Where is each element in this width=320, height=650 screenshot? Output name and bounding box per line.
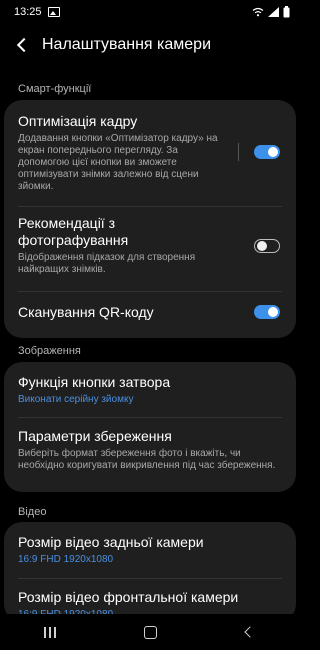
recents-button[interactable] — [30, 617, 70, 647]
section-label-video: Відео — [18, 506, 47, 518]
setting-description: Додавання кнопки «Оптимізатор кадру» на … — [18, 133, 218, 192]
shot-suggestions-toggle[interactable] — [254, 239, 280, 253]
setting-rear-video-size[interactable]: Розмір відео задньої камери 16:9 FHD 192… — [4, 534, 296, 574]
back-button[interactable] — [12, 35, 32, 55]
recents-icon — [44, 626, 56, 638]
battery-icon — [283, 6, 290, 18]
smart-functions-card: Оптимізація кадру Додавання кнопки «Опти… — [4, 100, 296, 338]
page-title: Налаштування камери — [42, 36, 212, 53]
toggle-knob — [256, 240, 267, 251]
setting-shot-suggestions[interactable]: Рекомендації з фотографування Відображен… — [4, 215, 296, 285]
app-header: Налаштування камери — [0, 26, 300, 64]
setting-title: Сканування QR-коду — [18, 304, 154, 320]
divider — [18, 291, 282, 292]
setting-title: Параметри збереження — [18, 428, 172, 444]
setting-value: Виконати серійну зйомку — [18, 394, 134, 405]
images-card: Функція кнопки затвора Виконати серійну … — [4, 362, 296, 492]
setting-qr-scan[interactable]: Сканування QR-коду — [4, 304, 296, 328]
setting-shutter-button[interactable]: Функція кнопки затвора Виконати серійну … — [4, 374, 296, 414]
nav-back-button[interactable] — [230, 617, 270, 647]
home-button[interactable] — [130, 617, 170, 647]
status-time: 13:25 — [14, 6, 42, 18]
setting-description: Виберіть формат збереження фото і вкажіт… — [18, 448, 276, 471]
divider — [18, 578, 282, 579]
setting-description: Відображення підказок для створення найк… — [18, 252, 196, 275]
setting-title: Оптимізація кадру — [18, 113, 138, 129]
setting-title: Розмір відео задньої камери — [18, 534, 204, 550]
separator — [238, 143, 239, 161]
toggle-knob — [268, 307, 278, 317]
navigation-bar — [0, 614, 300, 650]
wifi-icon — [252, 7, 264, 17]
back-icon — [244, 626, 256, 638]
toggle-knob — [268, 147, 278, 157]
video-card: Розмір відео задньої камери 16:9 FHD 192… — [4, 522, 296, 622]
home-icon — [143, 625, 157, 639]
setting-frame-optimization[interactable]: Оптимізація кадру Додавання кнопки «Опти… — [4, 113, 296, 213]
section-label-smart: Смарт-функції — [18, 83, 92, 95]
setting-title: Рекомендації з фотографування — [18, 215, 129, 248]
back-arrow-icon — [16, 37, 32, 53]
qr-scan-toggle[interactable] — [254, 305, 280, 319]
divider — [18, 206, 282, 207]
setting-value: 16:9 FHD 1920x1080 — [18, 554, 114, 565]
divider — [18, 417, 282, 418]
status-bar: 13:25 — [0, 0, 300, 24]
setting-save-options[interactable]: Параметри збереження Виберіть формат збе… — [4, 428, 296, 488]
signal-icon — [268, 7, 279, 17]
frame-optimization-toggle[interactable] — [254, 145, 280, 159]
setting-title: Розмір відео фронтальної камери — [18, 589, 239, 605]
section-label-images: Зображення — [18, 345, 81, 357]
setting-title: Функція кнопки затвора — [18, 374, 171, 390]
gallery-icon — [47, 7, 60, 17]
